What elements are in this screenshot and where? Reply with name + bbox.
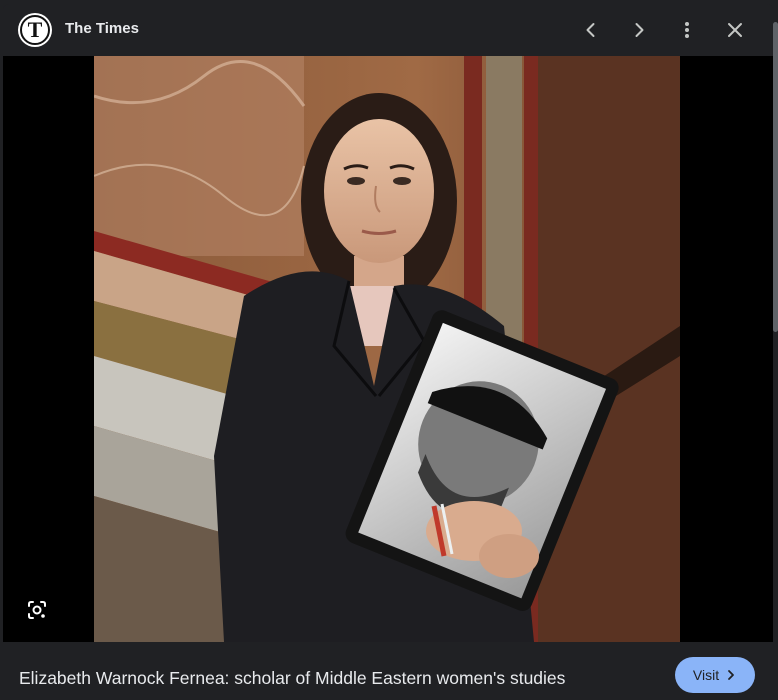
close-button[interactable] (719, 14, 751, 46)
caption-bar: Elizabeth Warnock Fernea: scholar of Mid… (3, 642, 773, 700)
google-lens-button[interactable] (23, 596, 51, 624)
image-caption[interactable]: Elizabeth Warnock Fernea: scholar of Mid… (19, 668, 565, 689)
preview-image[interactable] (94, 56, 680, 642)
more-vert-icon (685, 22, 689, 38)
more-options-button[interactable] (671, 14, 703, 46)
image-viewer-panel: T The Times Elizabeth Warnock Fernea: sc… (3, 4, 773, 700)
site-logo[interactable]: T (18, 13, 52, 47)
google-lens-icon (28, 601, 46, 619)
previous-button[interactable] (575, 14, 607, 46)
close-icon (728, 23, 742, 37)
next-button[interactable] (623, 14, 655, 46)
site-name[interactable]: The Times (65, 20, 139, 37)
visit-button[interactable]: Visit (675, 657, 755, 693)
scrollbar-thumb[interactable] (773, 22, 778, 332)
image-stage (3, 56, 773, 642)
visit-label: Visit (692, 667, 720, 683)
scrollbar-track[interactable] (773, 4, 778, 700)
chevron-right-icon (728, 670, 734, 680)
chevron-left-icon (586, 23, 595, 37)
chevron-right-icon (635, 23, 644, 37)
viewer-header: T The Times (3, 4, 773, 56)
photo-illustration (94, 56, 680, 642)
site-logo-letter: T (20, 15, 50, 45)
